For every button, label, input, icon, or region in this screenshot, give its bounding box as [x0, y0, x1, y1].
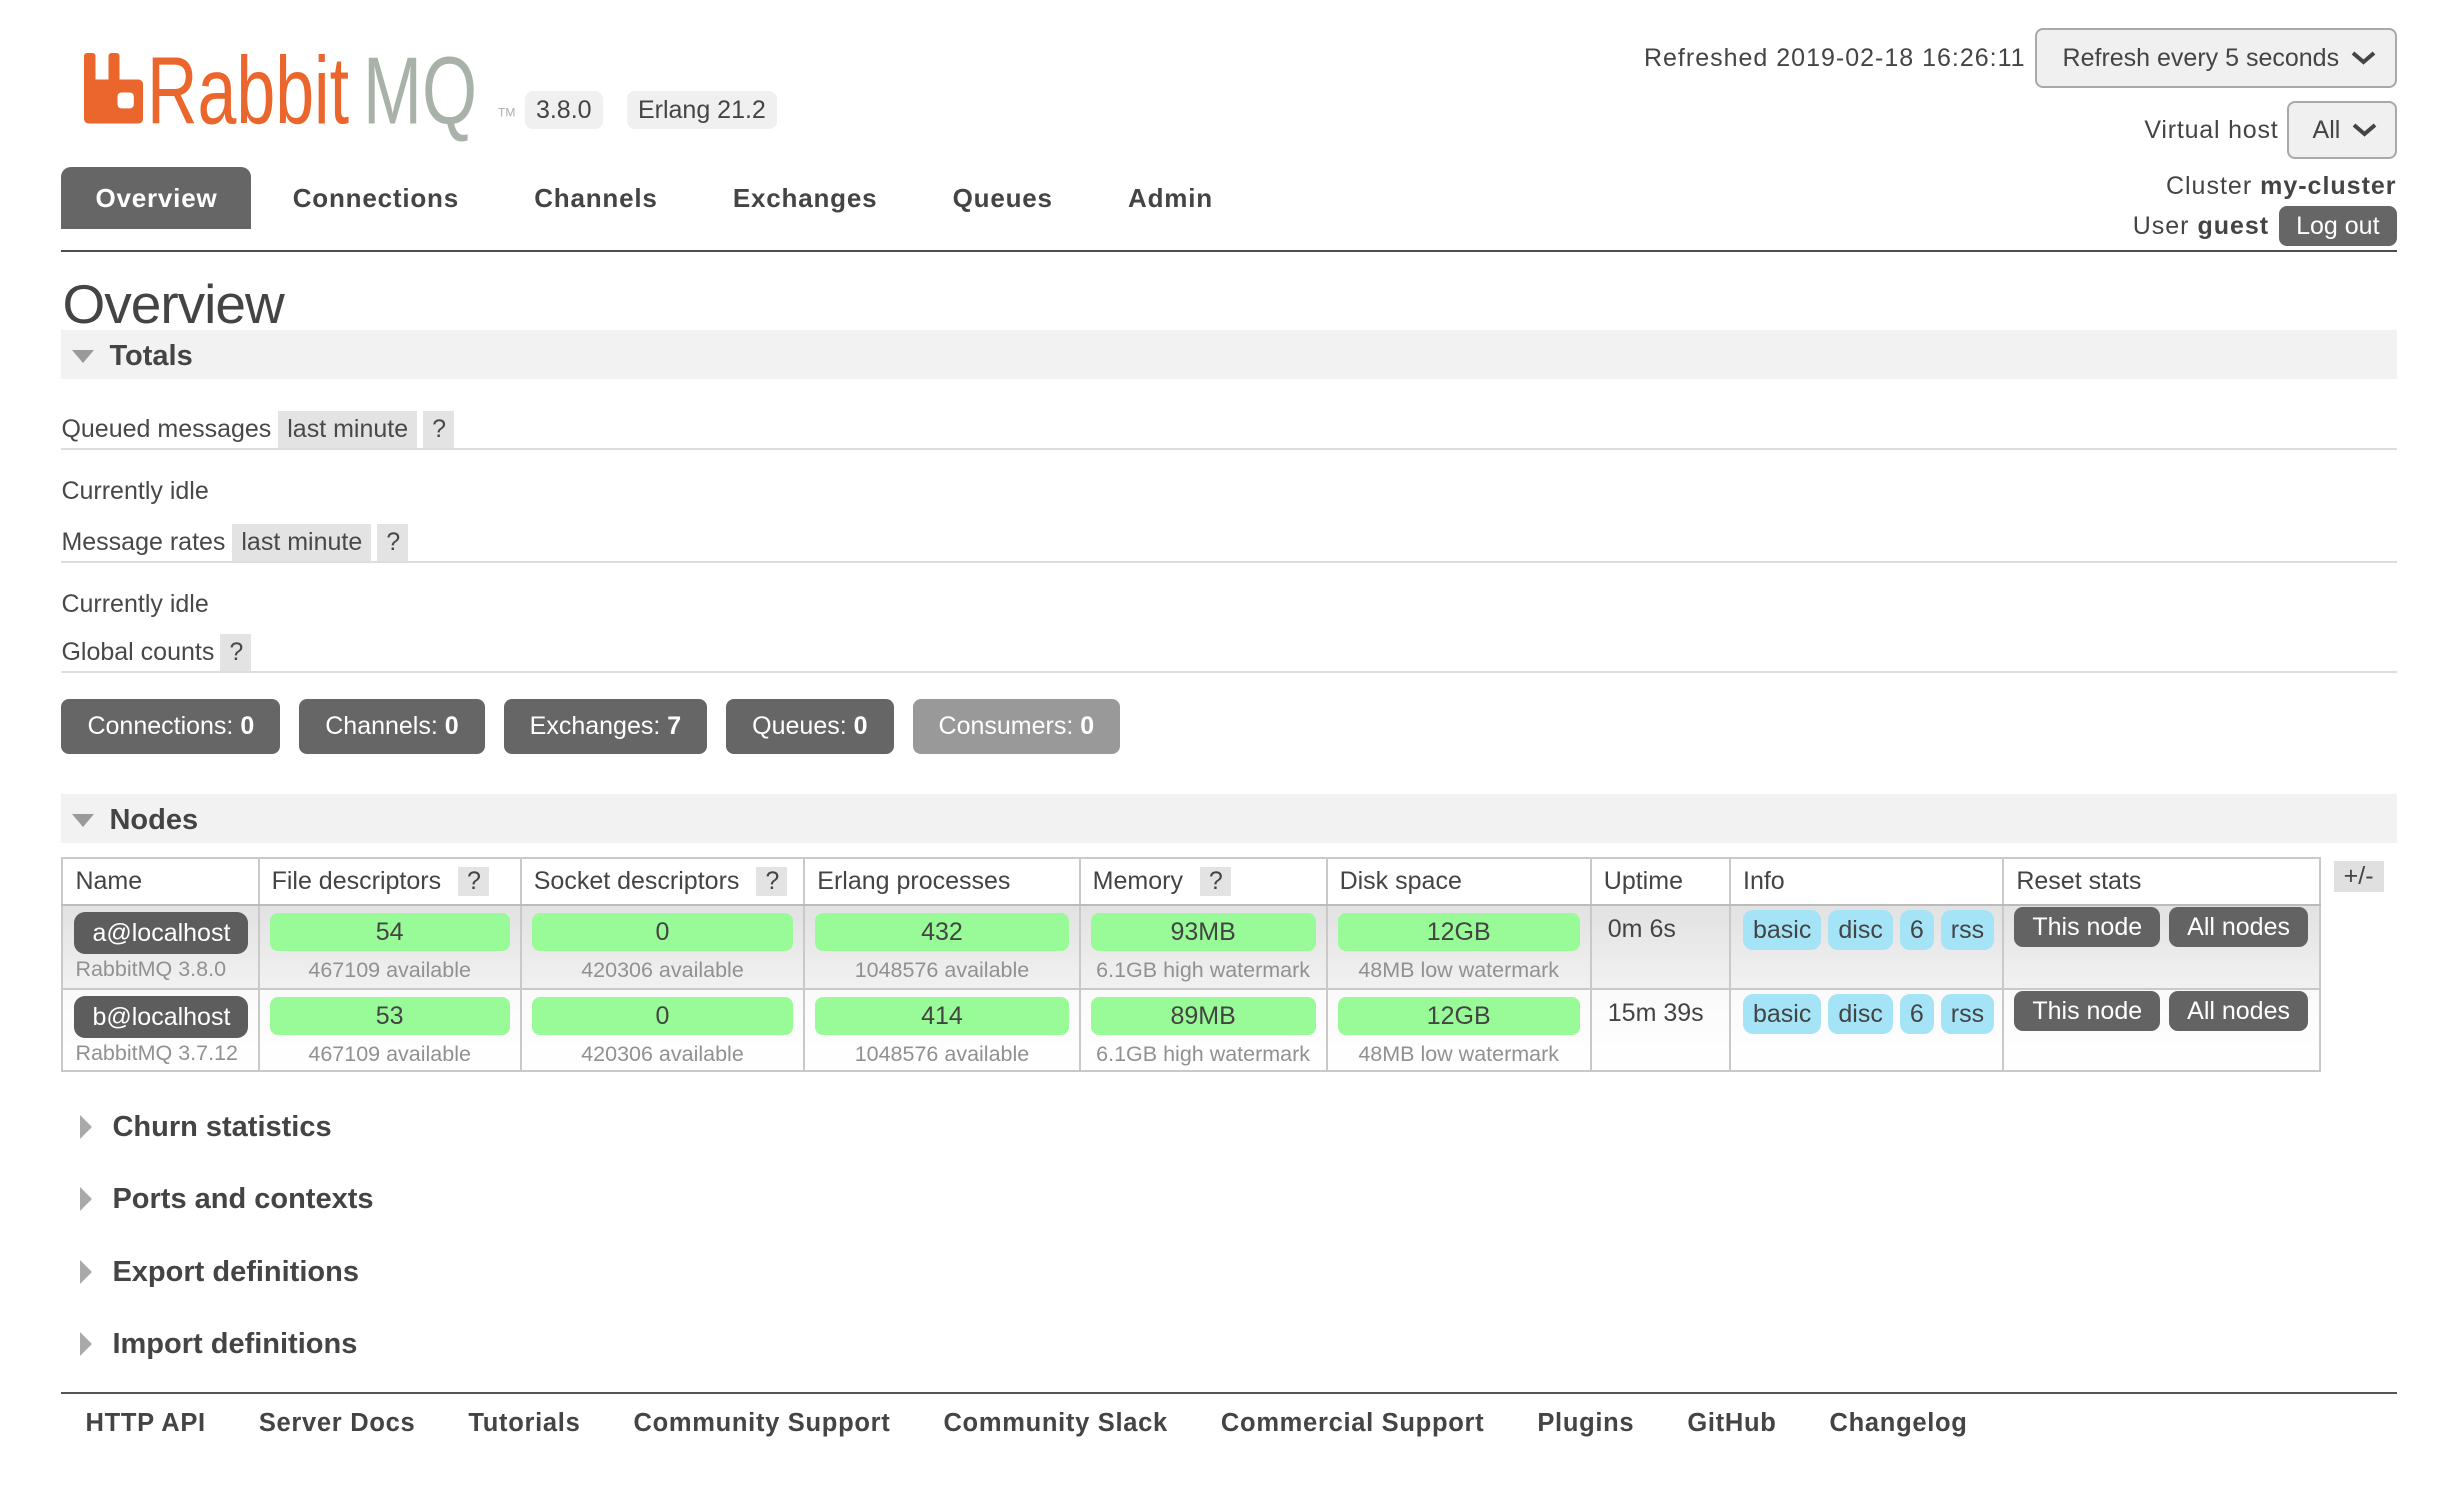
svg-text:TM: TM	[498, 106, 515, 120]
svg-text:MQ: MQ	[363, 39, 477, 145]
svg-text:Rabbit: Rabbit	[147, 39, 349, 145]
